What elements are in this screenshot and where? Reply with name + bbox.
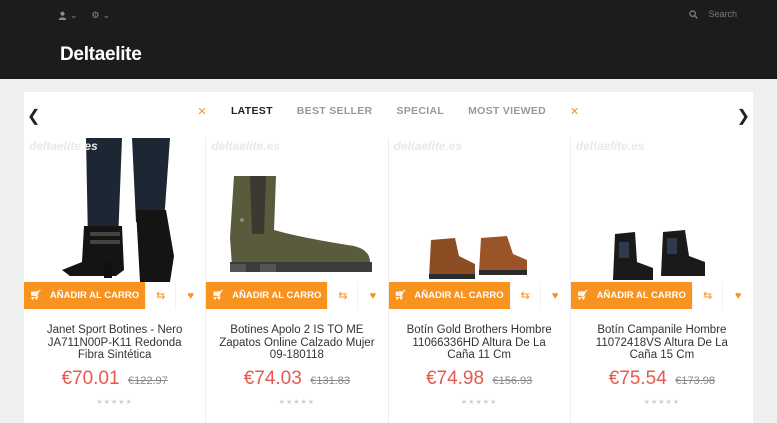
product-image[interactable]: deltaelite.es (24, 138, 205, 282)
product-name[interactable]: Botín Campanile Hombre 11072418VS Altura… (581, 324, 743, 362)
decor-x-icon: ✕ (197, 106, 207, 118)
heart-icon[interactable]: ♥ (722, 282, 753, 309)
product-card: deltaelite.es 🛒︎ AÑADIR AL CARRO ⇆ ♥ Bot… (206, 138, 389, 423)
product-price: €74.03 (243, 368, 302, 389)
top-icons: ⌄ ⚙ ⌄ (58, 10, 110, 21)
search-box[interactable]: Search (689, 9, 737, 19)
heart-icon[interactable]: ♥ (175, 282, 205, 309)
add-to-cart-label: AÑADIR AL CARRO (596, 290, 686, 301)
add-to-cart-button[interactable]: 🛒︎ AÑADIR AL CARRO (388, 282, 510, 309)
product-price: €75.54 (608, 368, 667, 389)
product-name[interactable]: Janet Sport Botines - Nero JA711N00P-K11… (34, 324, 195, 362)
product-card: deltaelite.es 🛒︎ AÑADIR AL CARRO ⇆ ♥ Bot… (570, 138, 753, 423)
product-image[interactable]: deltaelite.es (571, 138, 753, 282)
product-image[interactable]: deltaelite.es (206, 138, 387, 282)
tab-most-viewed[interactable]: MOST VIEWED (468, 105, 546, 118)
cart-icon: 🛒︎ (212, 290, 225, 301)
product-card: deltaelite.es 🛒︎ AÑADIR AL CARRO ⇆ ♥ Bot… (388, 138, 571, 423)
compare-icon[interactable]: ⇆ (691, 282, 723, 309)
user-icon (58, 11, 67, 20)
product-old-price: €156.93 (492, 375, 533, 387)
heart-icon[interactable]: ♥ (357, 282, 387, 309)
boot-image-icon (56, 138, 174, 282)
chevron-down-icon: ⌄ (102, 10, 111, 20)
watermark: deltaelite.es (393, 139, 463, 153)
top-bar: ⌄ ⚙ ⌄ Search Deltaelite (0, 0, 777, 79)
tab-best-seller[interactable]: BEST SELLER (297, 105, 373, 118)
product-actions: 🛒︎ AÑADIR AL CARRO ⇆ ♥ (206, 282, 387, 309)
add-to-cart-label: AÑADIR AL CARRO (414, 290, 504, 301)
product-prices: €74.98 €156.93 (389, 368, 570, 390)
tab-latest[interactable]: LATEST (231, 105, 273, 118)
boot-image-icon (612, 230, 705, 280)
product-tabs: ✕ LATEST BEST SELLER SPECIAL MOST VIEWED… (24, 105, 753, 118)
product-card: deltaelite.es 🛒︎ AÑADIR AL CARRO ⇆ ♥ Jan… (24, 138, 207, 423)
chevron-down-icon: ⌄ (70, 10, 78, 20)
product-actions: 🛒︎ AÑADIR AL CARRO ⇆ ♥ (24, 282, 205, 309)
site-logo[interactable]: Deltaelite (60, 44, 142, 66)
product-panel: ❮ ❯ ✕ LATEST BEST SELLER SPECIAL MOST VI… (24, 92, 753, 423)
add-to-cart-button[interactable]: 🛒︎ AÑADIR AL CARRO (570, 282, 692, 309)
product-old-price: €131.83 (310, 375, 351, 387)
tab-special[interactable]: SPECIAL (396, 105, 444, 118)
product-actions: 🛒︎ AÑADIR AL CARRO ⇆ ♥ (388, 282, 570, 309)
product-prices: €70.01 €122.97 (24, 368, 205, 390)
settings-menu[interactable]: ⚙ ⌄ (92, 10, 111, 21)
product-price: €74.98 (425, 368, 485, 389)
product-old-price: €173.98 (675, 375, 716, 387)
cart-icon: 🛒︎ (576, 290, 589, 301)
boot-image-icon (428, 236, 527, 279)
watermark: deltaelite.es (211, 139, 280, 153)
product-old-price: €122.97 (128, 375, 168, 387)
product-grid: deltaelite.es 🛒︎ AÑADIR AL CARRO ⇆ ♥ Jan… (24, 138, 753, 423)
add-to-cart-label: AÑADIR AL CARRO (49, 290, 140, 301)
add-to-cart-button[interactable]: 🛒︎ AÑADIR AL CARRO (206, 282, 328, 309)
product-prices: €74.03 €131.83 (206, 368, 387, 390)
product-prices: €75.54 €173.98 (571, 368, 753, 390)
compare-icon[interactable]: ⇆ (145, 282, 175, 309)
search-input[interactable]: Search (708, 9, 737, 19)
heart-icon[interactable]: ♥ (539, 282, 570, 309)
decor-x-icon: ✕ (570, 106, 580, 118)
boot-image-icon (230, 176, 373, 272)
add-to-cart-label: AÑADIR AL CARRO (232, 290, 322, 301)
product-name[interactable]: Botines Apolo 2 IS TO ME Zapatos Online … (216, 324, 377, 362)
rating-stars-icon: ★★★★★ (278, 399, 316, 406)
cart-icon: 🛒︎ (29, 290, 42, 301)
add-to-cart-button[interactable]: 🛒︎ AÑADIR AL CARRO (24, 282, 145, 309)
user-menu[interactable]: ⌄ (58, 10, 78, 21)
watermark: deltaelite.es (29, 139, 98, 153)
product-image[interactable]: deltaelite.es (389, 138, 570, 282)
rating-stars-icon: ★★★★★ (460, 399, 498, 406)
cart-icon: 🛒︎ (394, 290, 407, 301)
product-name[interactable]: Botín Gold Brothers Hombre 11066336HD Al… (399, 324, 560, 362)
product-actions: 🛒︎ AÑADIR AL CARRO ⇆ ♥ (570, 282, 753, 309)
gear-icon: ⚙ (91, 10, 100, 20)
watermark: deltaelite.es (575, 139, 645, 153)
compare-icon[interactable]: ⇆ (509, 282, 540, 309)
rating-stars-icon: ★★★★★ (643, 399, 681, 406)
rating-stars-icon: ★★★★★ (96, 399, 133, 406)
product-price: €70.01 (61, 368, 120, 389)
search-icon (689, 9, 699, 19)
compare-icon[interactable]: ⇆ (327, 282, 357, 309)
